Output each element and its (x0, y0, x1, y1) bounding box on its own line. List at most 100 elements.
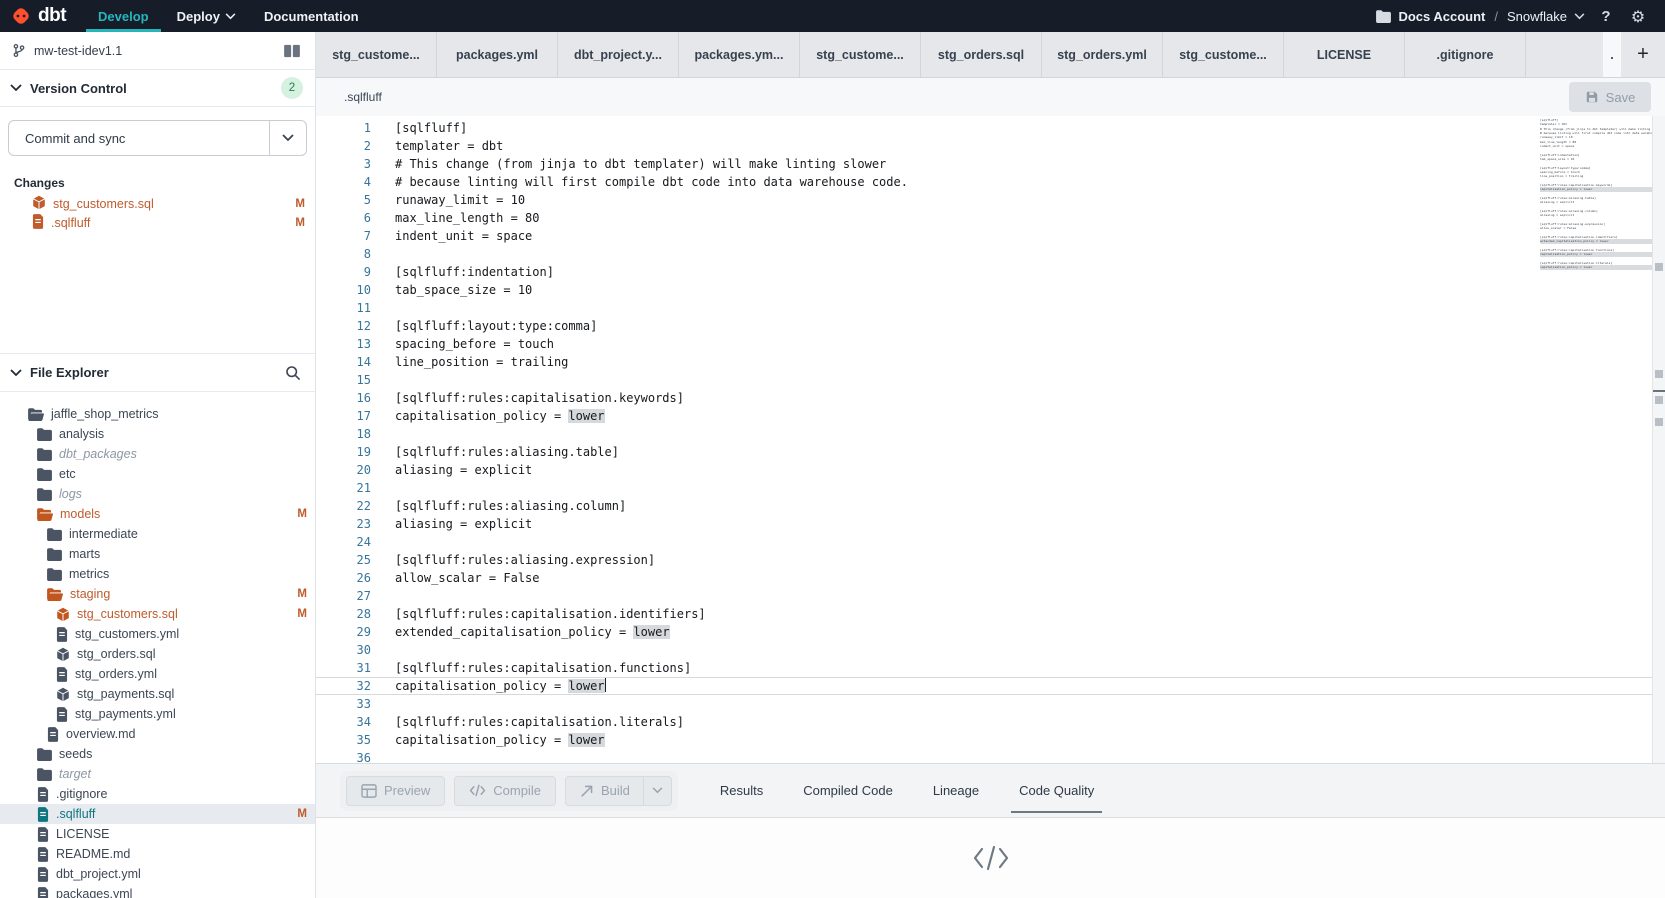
panel-tab-code-quality[interactable]: Code Quality (1019, 777, 1094, 804)
minimap[interactable]: [sqlfluff] templater = dbt # This change… (1540, 118, 1652, 278)
file-tab-stg_ordersyml[interactable]: stg_orders.yml (1042, 32, 1163, 77)
code-line-28[interactable]: 28[sqlfluff:rules:capitalisation.identif… (316, 605, 1652, 623)
code-editor[interactable]: 1[sqlfluff]2templater = dbt3# This chang… (316, 116, 1665, 763)
code-line-35[interactable]: 35capitalisation_policy = lower (316, 731, 1652, 749)
editor-scrollbar[interactable] (1652, 116, 1665, 763)
tree-item-dbt_packages[interactable]: dbt_packages (0, 444, 315, 464)
tree-item-target[interactable]: target (0, 764, 315, 784)
preview-button[interactable]: Preview (346, 776, 445, 806)
file-tab-stg_custome[interactable]: stg_custome... (800, 32, 921, 77)
code-line-21[interactable]: 21 (316, 479, 1652, 497)
file-explorer-header[interactable]: File Explorer (0, 354, 315, 392)
code-line-6[interactable]: 6max_line_length = 80 (316, 209, 1652, 227)
changed-file-.sqlfluff[interactable]: .sqlfluffM (0, 213, 315, 232)
tree-item-stg_payments.sql[interactable]: stg_payments.sql (0, 684, 315, 704)
settings-button[interactable]: ⚙ (1627, 5, 1649, 27)
dbt-logo[interactable]: dbt (0, 0, 84, 32)
commit-options-caret[interactable] (269, 121, 306, 155)
code-area[interactable]: 1[sqlfluff]2templater = dbt3# This chang… (316, 116, 1652, 763)
tree-item-stg_customers.sql[interactable]: stg_customers.sqlM (0, 604, 315, 624)
tree-item-packages.yml[interactable]: packages.yml (0, 884, 315, 898)
tree-item-.sqlfluff[interactable]: .sqlfluffM (0, 804, 315, 824)
nav-item-deploy[interactable]: Deploy (163, 0, 250, 32)
tree-item-logs[interactable]: logs (0, 484, 315, 504)
file-tab-packagesyml[interactable]: packages.yml (437, 32, 558, 77)
commit-and-sync-button[interactable]: Commit and sync (8, 120, 307, 156)
tree-item-analysis[interactable]: analysis (0, 424, 315, 444)
code-line-13[interactable]: 13spacing_before = touch (316, 335, 1652, 353)
code-line-27[interactable]: 27 (316, 587, 1652, 605)
tree-item-jaffle_shop_metrics[interactable]: jaffle_shop_metrics (0, 404, 315, 424)
tree-item-LICENSE[interactable]: LICENSE (0, 824, 315, 844)
panel-tab-lineage[interactable]: Lineage (933, 777, 979, 804)
code-line-14[interactable]: 14line_position = trailing (316, 353, 1652, 371)
nav-item-develop[interactable]: Develop (84, 0, 163, 32)
nav-item-documentation[interactable]: Documentation (250, 0, 373, 32)
code-line-36[interactable]: 36 (316, 749, 1652, 763)
file-tab-stg_custome[interactable]: stg_custome... (1163, 32, 1284, 77)
code-line-12[interactable]: 12[sqlfluff:layout:type:comma] (316, 317, 1652, 335)
version-control-header[interactable]: Version Control 2 (0, 70, 315, 107)
build-options-caret[interactable] (643, 777, 671, 805)
code-line-34[interactable]: 34[sqlfluff:rules:capitalisation.literal… (316, 713, 1652, 731)
code-line-10[interactable]: 10tab_space_size = 10 (316, 281, 1652, 299)
code-line-2[interactable]: 2templater = dbt (316, 137, 1652, 155)
code-line-25[interactable]: 25[sqlfluff:rules:aliasing.expression] (316, 551, 1652, 569)
file-tab-gitignore[interactable]: .gitignore (1405, 32, 1526, 77)
code-line-22[interactable]: 22[sqlfluff:rules:aliasing.column] (316, 497, 1652, 515)
tree-item-dbt_project.yml[interactable]: dbt_project.yml (0, 864, 315, 884)
tree-item-overview.md[interactable]: overview.md (0, 724, 315, 744)
code-line-32[interactable]: 32capitalisation_policy = lower (316, 677, 1652, 695)
compile-button[interactable]: Compile (454, 776, 556, 806)
code-line-16[interactable]: 16[sqlfluff:rules:capitalisation.keyword… (316, 389, 1652, 407)
branch-row[interactable]: mw-test-idev1.1 (0, 32, 315, 70)
tree-item-stg_orders.yml[interactable]: stg_orders.yml (0, 664, 315, 684)
code-line-24[interactable]: 24 (316, 533, 1652, 551)
code-line-5[interactable]: 5runaway_limit = 10 (316, 191, 1652, 209)
split-panels-icon[interactable] (283, 44, 301, 58)
account-switcher[interactable]: Docs Account / Snowflake (1376, 9, 1585, 24)
tree-item-stg_payments.yml[interactable]: stg_payments.yml (0, 704, 315, 724)
code-line-9[interactable]: 9[sqlfluff:indentation] (316, 263, 1652, 281)
tree-item-marts[interactable]: marts (0, 544, 315, 564)
changed-file-stg_customers.sql[interactable]: stg_customers.sqlM (0, 194, 315, 213)
tree-item-README.md[interactable]: README.md (0, 844, 315, 864)
file-tab-dbt_projecty[interactable]: dbt_project.y... (558, 32, 679, 77)
tree-item-models[interactable]: modelsM (0, 504, 315, 524)
panel-tab-compiled-code[interactable]: Compiled Code (803, 777, 893, 804)
file-tab-LICENSE[interactable]: LICENSE (1284, 32, 1405, 77)
code-line-20[interactable]: 20aliasing = explicit (316, 461, 1652, 479)
tree-item-.gitignore[interactable]: .gitignore (0, 784, 315, 804)
code-line-19[interactable]: 19[sqlfluff:rules:aliasing.table] (316, 443, 1652, 461)
code-line-1[interactable]: 1[sqlfluff] (316, 119, 1652, 137)
code-line-18[interactable]: 18 (316, 425, 1652, 443)
panel-tab-results[interactable]: Results (720, 777, 763, 804)
new-tab-button[interactable]: + (1621, 32, 1665, 77)
code-line-29[interactable]: 29extended_capitalisation_policy = lower (316, 623, 1652, 641)
code-line-33[interactable]: 33 (316, 695, 1652, 713)
tree-item-etc[interactable]: etc (0, 464, 315, 484)
file-tab-stg_orderssql[interactable]: stg_orders.sql (921, 32, 1042, 77)
code-line-15[interactable]: 15 (316, 371, 1652, 389)
file-tab-stg_custome[interactable]: stg_custome... (316, 32, 437, 77)
help-button[interactable]: ? (1595, 5, 1617, 27)
code-line-11[interactable]: 11 (316, 299, 1652, 317)
code-line-4[interactable]: 4# because linting will first compile db… (316, 173, 1652, 191)
search-icon[interactable] (285, 365, 301, 381)
code-line-31[interactable]: 31[sqlfluff:rules:capitalisation.functio… (316, 659, 1652, 677)
code-line-17[interactable]: 17capitalisation_policy = lower (316, 407, 1652, 425)
code-line-23[interactable]: 23aliasing = explicit (316, 515, 1652, 533)
code-line-30[interactable]: 30 (316, 641, 1652, 659)
file-tab-packagesym[interactable]: packages.ym... (679, 32, 800, 77)
tree-item-metrics[interactable]: metrics (0, 564, 315, 584)
code-line-3[interactable]: 3# This change (from jinja to dbt templa… (316, 155, 1652, 173)
code-line-8[interactable]: 8 (316, 245, 1652, 263)
code-line-26[interactable]: 26allow_scalar = False (316, 569, 1652, 587)
tree-item-intermediate[interactable]: intermediate (0, 524, 315, 544)
file-tab-overflow[interactable]: . (1603, 32, 1621, 77)
tree-item-stg_orders.sql[interactable]: stg_orders.sql (0, 644, 315, 664)
save-button[interactable]: Save (1569, 82, 1651, 112)
build-button[interactable]: Build (565, 776, 672, 806)
tree-item-seeds[interactable]: seeds (0, 744, 315, 764)
code-line-7[interactable]: 7indent_unit = space (316, 227, 1652, 245)
